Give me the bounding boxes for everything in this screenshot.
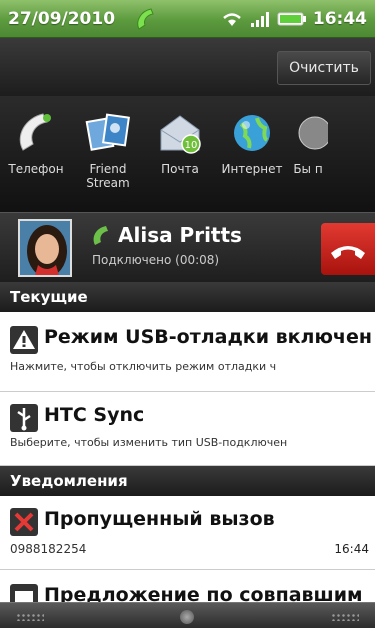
quick-launch-phone[interactable]: Телефон — [0, 110, 72, 212]
quick-launch-internet[interactable]: Интернет — [216, 110, 288, 212]
end-call-button[interactable] — [321, 223, 375, 275]
notification-subtitle: Нажмите, чтобы отключить режим отладки ч — [10, 360, 277, 373]
friend-stream-icon — [85, 113, 130, 151]
quick-launch-label: Телефон — [8, 162, 64, 176]
mail-icon: 10 — [160, 115, 201, 154]
notification-toolbar: Очистить — [0, 38, 375, 96]
missed-call-number: 0988182254 — [10, 542, 87, 556]
notification-htc-sync[interactable]: HTC Sync Выберите, чтобы изменить тип US… — [0, 392, 375, 466]
notification-title: Режим USB-отладки включен — [44, 326, 372, 348]
clear-button[interactable]: Очистить — [277, 51, 371, 85]
ongoing-call-icon — [137, 7, 154, 30]
status-time: 16:44 — [312, 8, 367, 29]
status-bar: 27/09/2010 16:44 — [0, 0, 375, 38]
notification-title: Предложение по совпавшим — [44, 584, 363, 602]
mail-badge: 10 — [185, 140, 198, 151]
section-header-notifications: Уведомления — [0, 466, 375, 496]
handle-knob — [180, 610, 194, 624]
hang-up-icon — [331, 246, 365, 259]
active-call-row[interactable]: Alisa Pritts Подключено (00:08) — [0, 212, 375, 282]
wifi-icon — [223, 12, 241, 26]
section-header-current: Текущие — [0, 282, 375, 312]
warning-icon — [10, 326, 38, 354]
phone-icon — [19, 113, 51, 151]
usb-icon — [10, 404, 38, 432]
message-icon — [10, 584, 38, 602]
notification-usb-debugging[interactable]: Режим USB-отладки включен Нажмите, чтобы… — [0, 312, 375, 392]
quick-launch-label: Бы п — [293, 162, 323, 176]
notification-title: Пропущенный вызов — [44, 508, 275, 530]
notification-missed-call[interactable]: Пропущенный вызов 0988182254 16:44 — [0, 496, 375, 570]
quick-launch-label: Почта — [161, 162, 199, 176]
globe-icon — [234, 115, 270, 151]
grip-right — [331, 613, 359, 621]
quick-launch-label: Интернет — [221, 162, 283, 176]
notification-time: 16:44 — [334, 542, 369, 556]
quick-launch-friend-stream[interactable]: Friend Stream — [72, 110, 144, 212]
app-icon — [298, 116, 328, 150]
quick-launch-label: Friend Stream — [86, 162, 130, 190]
quick-launch-bar: Телефон Friend Stream 10 Почта Интернет … — [0, 96, 375, 212]
quick-launch-mail[interactable]: 10 Почта — [144, 110, 216, 212]
call-status: Подключено (00:08) — [92, 253, 220, 267]
battery-icon — [277, 12, 306, 25]
drawer-handle[interactable] — [0, 602, 375, 628]
signal-icon — [250, 11, 269, 27]
notification-subtitle: Выберите, чтобы изменить тип USB-подключ… — [10, 436, 288, 449]
avatar — [18, 219, 72, 277]
caller-name: Alisa Pritts — [118, 223, 242, 247]
missed-call-icon — [10, 508, 38, 536]
status-date: 27/09/2010 — [8, 8, 116, 29]
notification-title: HTC Sync — [44, 404, 145, 426]
notification-offer[interactable]: Предложение по совпавшим — [0, 570, 375, 602]
grip-left — [16, 613, 44, 621]
call-active-icon — [93, 226, 108, 245]
quick-launch-more[interactable]: Бы п — [288, 110, 328, 212]
